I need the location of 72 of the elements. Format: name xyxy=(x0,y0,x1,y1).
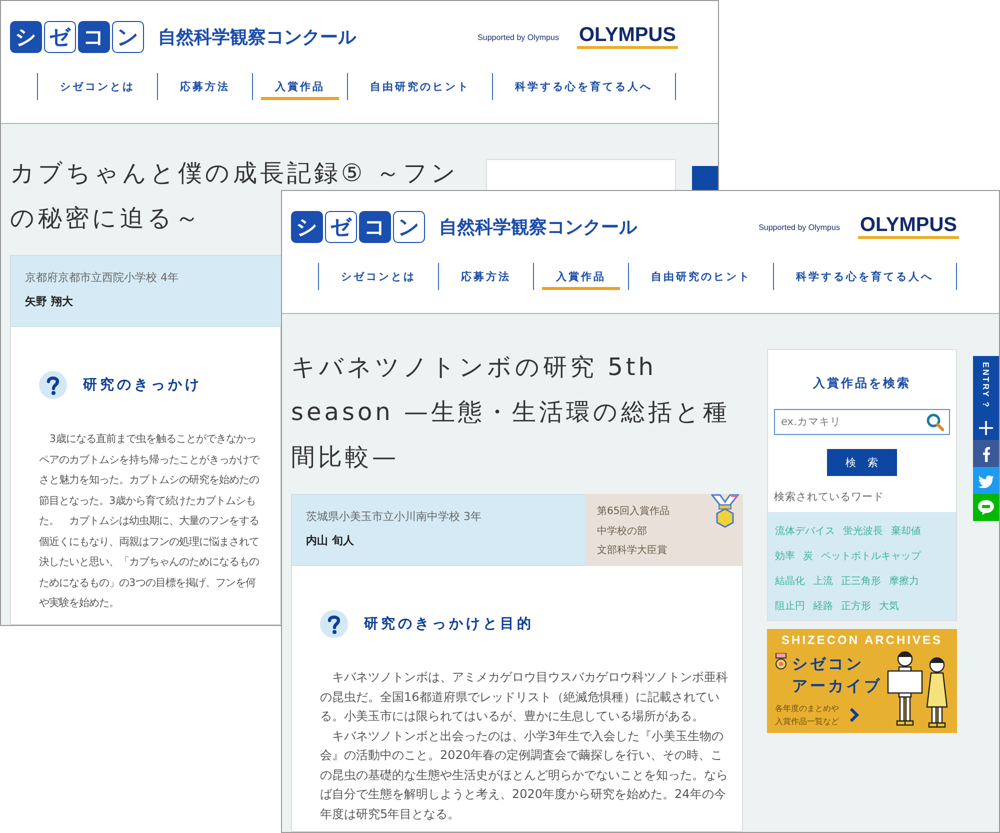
award-text: 文部科学大臣賞 xyxy=(597,544,668,558)
article-title-line: の秘密に迫る～ xyxy=(10,203,202,234)
keyword-link[interactable]: 結晶化 xyxy=(775,572,805,591)
keyword-link[interactable]: 効率 xyxy=(775,547,795,566)
keyword-link[interactable]: 棄却値 xyxy=(891,522,921,541)
facebook-share-button[interactable] xyxy=(973,440,999,467)
twitter-share-button[interactable] xyxy=(973,467,999,494)
keyword-link[interactable]: 蛍光波長 xyxy=(843,522,883,541)
keyword-link[interactable]: 正三角形 xyxy=(841,572,881,591)
search-button[interactable]: 検 索 xyxy=(827,449,897,476)
keyword-link[interactable]: 上流 xyxy=(813,572,833,591)
body-paragraph: キバネツノトンボと出会ったのは、小学3年生で入会した『小美玉生物の会』の活動中のこと。2020年春の定例調査会で繭探しを行い、その時、この昆虫の基礎的な生態や生活史がほとんど明らかでないことを知った。ならば自分で生態を解明しようと考え、2020年度から研究を始めた。24年の今年度は研究5年目となる。 xyxy=(320,728,728,822)
supported-by-text: Supported by Olympus xyxy=(758,222,840,232)
school-name: 京都府京都市立西院小学校 4年 xyxy=(25,270,178,285)
keyword-link[interactable]: 流体デバイス xyxy=(775,522,835,541)
search-field[interactable]: ex.カマキリ xyxy=(774,409,950,435)
student-name: 内山 旬人 xyxy=(306,533,354,548)
nav-link[interactable]: 自由研究のヒント xyxy=(347,73,492,100)
keyword-link[interactable]: 経路 xyxy=(813,597,833,616)
nav-link[interactable]: 科学する心を育てる人へ xyxy=(773,263,956,290)
school-name: 茨城県小美玉市立小川南中学校 3年 xyxy=(306,509,482,524)
search-heading: 入賞作品を検索 xyxy=(812,375,912,392)
banner-note: 各年度のまとめや 入賞作品一覧など xyxy=(775,703,839,728)
entry-tab[interactable]: ENTRY ? xyxy=(973,356,999,440)
logo-letter: コ xyxy=(359,211,391,243)
sponsor-logo: OLYMPUS xyxy=(576,25,678,49)
banner-title: シゼコン アーカイブ xyxy=(792,654,882,697)
body-paragraph: 3歳になる直前まで虫を触ることができなかっ ペアのカブトムシを持ち帰ったことがきっかけで さと魅力を知った。カブトムシの研究を始めたの 節目となった。3歳から育て続けたカブトムシも た。 カブトムシは幼虫期に、大量のフンをする 個近くにもなり、両親はフンの処理に悩まされて 決したいと思い、「カブちゃんのためになるもの ためになるもの」の3つの目標を掲げ、フンを何 や実験を始めた。 xyxy=(39,432,260,611)
sponsor-logo: OLYMPUS xyxy=(858,215,959,239)
logo-letter: ゼ xyxy=(44,21,76,53)
student-name: 矢野 翔大 xyxy=(25,294,73,309)
logo-letter: ン xyxy=(112,21,144,53)
logo-letter: ン xyxy=(393,211,425,243)
nav-link[interactable]: 科学する心を育てる人へ xyxy=(492,73,676,100)
article-title-line: season —生態・生活環の総括と種 xyxy=(291,397,730,428)
article-title-line: キバネツノトンボの研究 5th xyxy=(291,352,657,383)
logo-letter: ゼ xyxy=(325,211,357,243)
award-text: 第65回入賞作品 xyxy=(597,504,671,519)
keyword-link[interactable]: 大気 xyxy=(879,597,899,616)
line-share-button[interactable] xyxy=(973,494,999,521)
article-title-line: 間比較— xyxy=(291,442,399,473)
supported-by-text: Supported by Olympus xyxy=(478,32,559,42)
site-name: 自然科学観察コンクール xyxy=(439,216,637,239)
nav-link[interactable]: シゼコンとは xyxy=(318,263,438,290)
banner-heading: SHIZECON ARCHIVES xyxy=(780,633,944,647)
section-heading: 研究のきっかけ xyxy=(83,376,202,394)
chevron-right-icon xyxy=(849,707,860,723)
section-heading: 研究のきっかけと目的 xyxy=(364,615,534,633)
keyword-link[interactable]: ペットボトルキャップ xyxy=(821,547,921,566)
article-title-line: カブちゃんと僕の成長記録⑤ ～フン xyxy=(10,158,460,189)
plus-icon xyxy=(979,421,993,435)
question-icon xyxy=(39,371,67,399)
keyword-link[interactable]: 正方形 xyxy=(841,597,871,616)
keyword-link[interactable]: 炭 xyxy=(803,547,813,566)
medal-icon xyxy=(711,494,739,528)
popular-words-label: 検索されているワード xyxy=(774,490,885,504)
award-text: 中学校の部 xyxy=(597,524,648,538)
keyword-link[interactable]: 摩擦力 xyxy=(889,572,919,591)
search-icon xyxy=(926,413,944,431)
speech-bubble-icon xyxy=(978,500,994,515)
logo-letter: シ xyxy=(291,211,323,243)
logo-letter: コ xyxy=(78,21,110,53)
nav-link[interactable]: シゼコンとは xyxy=(37,73,157,100)
nav-link[interactable]: 自由研究のヒント xyxy=(628,263,773,290)
medal-icon xyxy=(775,653,787,670)
body-paragraph: キバネツノトンボは、アミメカゲロウ目ウスバカゲロウ科ツノトンボ亜科の昆虫だ。全国16都道府県でレッドリスト（絶滅危惧種）に記載されている。小美玉市には限られてはいるが、豊かに生息している場所がある。 xyxy=(320,669,728,725)
bird-icon xyxy=(978,474,994,488)
question-icon xyxy=(320,610,348,638)
logo-letter: シ xyxy=(10,21,42,53)
archive-banner[interactable]: SHIZECON ARCHIVES シゼコン アーカイブ 各年度のまとめや 入賞作品一覧など xyxy=(767,629,957,733)
keyword-link[interactable]: 阻止円 xyxy=(775,597,805,616)
site-name: 自然科学観察コンクール xyxy=(158,26,356,49)
